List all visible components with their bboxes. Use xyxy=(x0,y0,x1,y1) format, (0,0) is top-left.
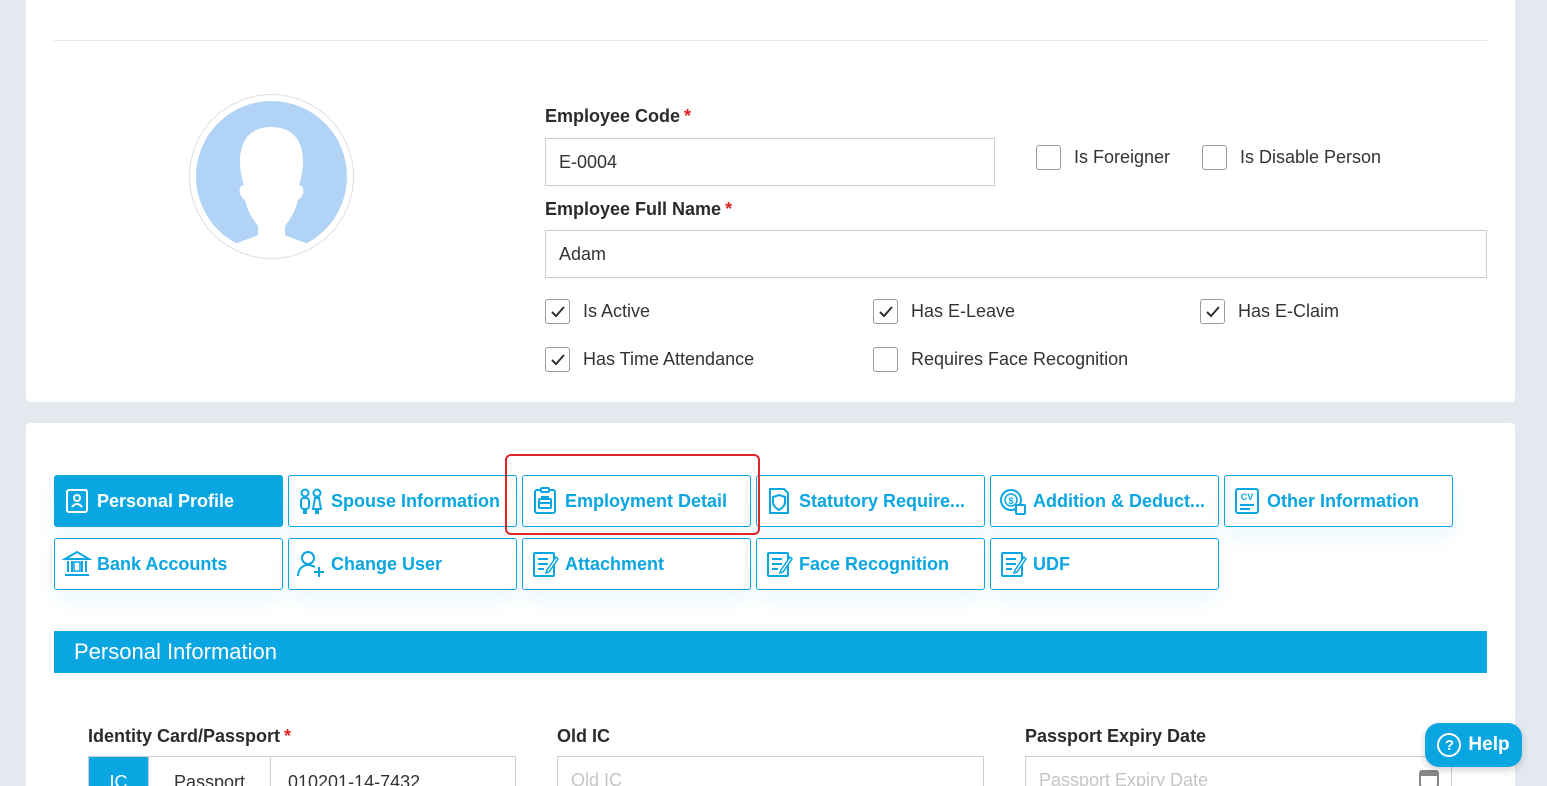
passport-expiry-placeholder: Passport Expiry Date xyxy=(1039,770,1209,786)
is-active-checkbox[interactable]: Is Active xyxy=(545,299,650,324)
is-disable-person-checkbox[interactable]: Is Disable Person xyxy=(1202,145,1381,170)
help-button[interactable]: ? Help xyxy=(1425,723,1522,767)
checkbox-box[interactable] xyxy=(1202,145,1227,170)
required-marker: * xyxy=(284,726,292,746)
check-icon xyxy=(1205,305,1220,317)
shield-document-icon xyxy=(764,486,794,516)
person-silhouette-icon xyxy=(218,127,325,252)
has-time-attendance-label: Has Time Attendance xyxy=(583,349,755,369)
section-header: Personal Information xyxy=(54,631,1487,673)
document-edit-icon xyxy=(764,549,794,579)
identity-input-group: IC Passport 010201-14-7432 xyxy=(88,756,516,786)
old-ic-input[interactable]: Old IC xyxy=(557,756,984,786)
identity-type-ic[interactable]: IC xyxy=(89,757,149,786)
highlight-box xyxy=(505,454,760,535)
question-icon: ? xyxy=(1437,733,1462,757)
passport-expiry-input[interactable]: Passport Expiry Date xyxy=(1025,756,1452,786)
document-edit-icon xyxy=(998,549,1028,579)
checkbox-box[interactable] xyxy=(545,347,570,372)
cv-document-icon: CV xyxy=(1232,486,1262,516)
svg-text:CV: CV xyxy=(1241,492,1254,502)
tab-face-recognition[interactable]: Face Recognition xyxy=(756,538,985,590)
employee-code-value: E-0004 xyxy=(559,151,618,172)
avatar[interactable] xyxy=(196,101,347,252)
has-e-claim-label: Has E-Claim xyxy=(1238,301,1340,321)
coin-document-icon: $ xyxy=(998,486,1028,516)
tab-label: Attachment xyxy=(565,553,665,574)
help-label: Help xyxy=(1468,734,1510,755)
section-title: Personal Information xyxy=(74,639,277,664)
tab-spouse-information[interactable]: Spouse Information xyxy=(288,475,517,527)
checkbox-box[interactable] xyxy=(873,299,898,324)
checkbox-box[interactable] xyxy=(1036,145,1061,170)
has-e-leave-label: Has E-Leave xyxy=(911,301,1016,321)
identity-number-input[interactable]: 010201-14-7432 xyxy=(271,757,515,786)
tab-bank-accounts[interactable]: Bank Accounts xyxy=(54,538,283,590)
check-icon xyxy=(550,353,565,365)
tab-personal-profile[interactable]: Personal Profile xyxy=(54,475,283,527)
tab-label: Personal Profile xyxy=(97,490,235,511)
is-foreigner-checkbox[interactable]: Is Foreigner xyxy=(1036,145,1170,170)
tab-label: Addition & Deduct... xyxy=(1033,490,1205,511)
svg-text:$: $ xyxy=(1008,496,1013,506)
tab-statutory-requirements[interactable]: Statutory Require... xyxy=(756,475,985,527)
tab-label: Face Recognition xyxy=(799,553,950,574)
is-foreigner-label: Is Foreigner xyxy=(1074,147,1171,167)
tab-label: Bank Accounts xyxy=(97,553,228,574)
document-edit-icon xyxy=(530,549,560,579)
tab-label: Statutory Require... xyxy=(799,490,966,511)
checkbox-box[interactable] xyxy=(545,299,570,324)
tab-change-user[interactable]: Change User xyxy=(288,538,517,590)
old-ic-label: Old IC xyxy=(557,726,610,746)
is-disable-person-label: Is Disable Person xyxy=(1240,147,1382,167)
identity-number-value: 010201-14-7432 xyxy=(288,771,421,786)
checkbox-box[interactable] xyxy=(873,347,898,372)
is-active-label: Is Active xyxy=(583,301,651,321)
check-icon xyxy=(550,305,565,317)
couple-icon xyxy=(296,486,326,516)
calendar-icon[interactable] xyxy=(1419,768,1439,786)
identity-label: Identity Card/Passport * xyxy=(88,726,292,746)
checkbox-box[interactable] xyxy=(1200,299,1225,324)
required-marker: * xyxy=(684,106,692,126)
requires-face-recognition-checkbox[interactable]: Requires Face Recognition xyxy=(873,347,1128,372)
employee-full-name-input[interactable]: Adam xyxy=(545,230,1487,278)
employee-full-name-value: Adam xyxy=(559,243,607,264)
tab-label: Other Information xyxy=(1267,490,1419,511)
passport-expiry-label: Passport Expiry Date xyxy=(1025,726,1207,746)
identity-type-passport[interactable]: Passport xyxy=(149,757,271,786)
tab-udf[interactable]: UDF xyxy=(990,538,1219,590)
tab-label: Change User xyxy=(331,553,443,574)
check-icon xyxy=(878,305,893,317)
has-time-attendance-checkbox[interactable]: Has Time Attendance xyxy=(545,347,754,372)
tab-other-information[interactable]: CV Other Information xyxy=(1224,475,1453,527)
tab-addition-deduction[interactable]: $ Addition & Deduct... xyxy=(990,475,1219,527)
user-add-icon xyxy=(296,549,326,579)
required-marker: * xyxy=(725,199,733,219)
employee-code-label: Employee Code * xyxy=(545,106,692,126)
has-e-leave-checkbox[interactable]: Has E-Leave xyxy=(873,299,1015,324)
employee-full-name-label: Employee Full Name * xyxy=(545,199,733,219)
divider xyxy=(54,40,1487,41)
bank-icon xyxy=(62,549,92,579)
profile-card-icon xyxy=(62,486,92,516)
tab-label: UDF xyxy=(1033,553,1070,574)
tab-attachment[interactable]: Attachment xyxy=(522,538,751,590)
old-ic-placeholder: Old IC xyxy=(571,770,623,786)
tab-label: Spouse Information xyxy=(331,490,501,511)
has-e-claim-checkbox[interactable]: Has E-Claim xyxy=(1200,299,1339,324)
requires-face-recognition-label: Requires Face Recognition xyxy=(911,349,1129,369)
employee-code-input[interactable]: E-0004 xyxy=(545,138,995,186)
